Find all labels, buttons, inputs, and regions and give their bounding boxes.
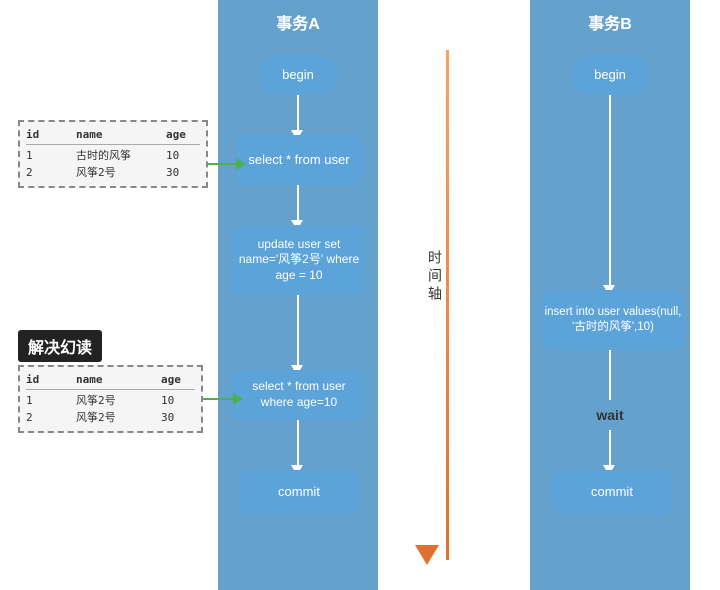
ta-line-4 bbox=[297, 420, 299, 470]
ta-line-3 bbox=[297, 295, 299, 370]
transaction-a-header: 事务A bbox=[218, 10, 378, 34]
time-axis-arrow bbox=[415, 545, 439, 565]
time-axis-label: 时间轴 bbox=[425, 250, 445, 304]
ta-update-box: update user setname='风筝2号' whereage = 10 bbox=[232, 225, 366, 295]
ta-line-2 bbox=[297, 185, 299, 225]
ta-line-1 bbox=[297, 95, 299, 135]
ta-begin-box: begin bbox=[258, 55, 338, 95]
tb-wait-label: wait bbox=[575, 400, 645, 430]
transaction-b-header: 事务B bbox=[530, 10, 690, 34]
tb-commit-box: commit bbox=[553, 470, 671, 515]
table2-header: id name age bbox=[26, 371, 195, 390]
ta-commit-box: commit bbox=[240, 470, 358, 515]
table1-row1: 1 古时的风筝 10 bbox=[26, 147, 200, 165]
diagram-container: 事务A 事务B 时间轴 begin select * from user upd… bbox=[0, 0, 720, 590]
ta-select1-box: select * from user bbox=[235, 135, 363, 185]
green-arrow-2 bbox=[203, 393, 243, 405]
table2-row2: 2 风筝2号 30 bbox=[26, 409, 195, 427]
tb-line-2 bbox=[609, 350, 611, 400]
tb-line-3 bbox=[609, 430, 611, 470]
table1-box: id name age 1 古时的风筝 10 2 风筝2号 30 bbox=[18, 120, 208, 188]
tb-insert-box: insert into user values(null,'古时的风筝',10) bbox=[543, 290, 683, 350]
ta-select2-box: select * from userwhere age=10 bbox=[232, 370, 366, 420]
tb-line-1 bbox=[609, 95, 611, 290]
green-arrow-1 bbox=[208, 158, 246, 170]
tb-begin-box: begin bbox=[570, 55, 650, 95]
table2-row1: 1 风筝2号 10 bbox=[26, 392, 195, 410]
table1-row2: 2 风筝2号 30 bbox=[26, 164, 200, 182]
table1-header: id name age bbox=[26, 126, 200, 145]
resolve-label: 解决幻读 bbox=[18, 330, 102, 362]
table2-box: id name age 1 风筝2号 10 2 风筝2号 30 bbox=[18, 365, 203, 433]
time-axis-line bbox=[446, 50, 449, 560]
